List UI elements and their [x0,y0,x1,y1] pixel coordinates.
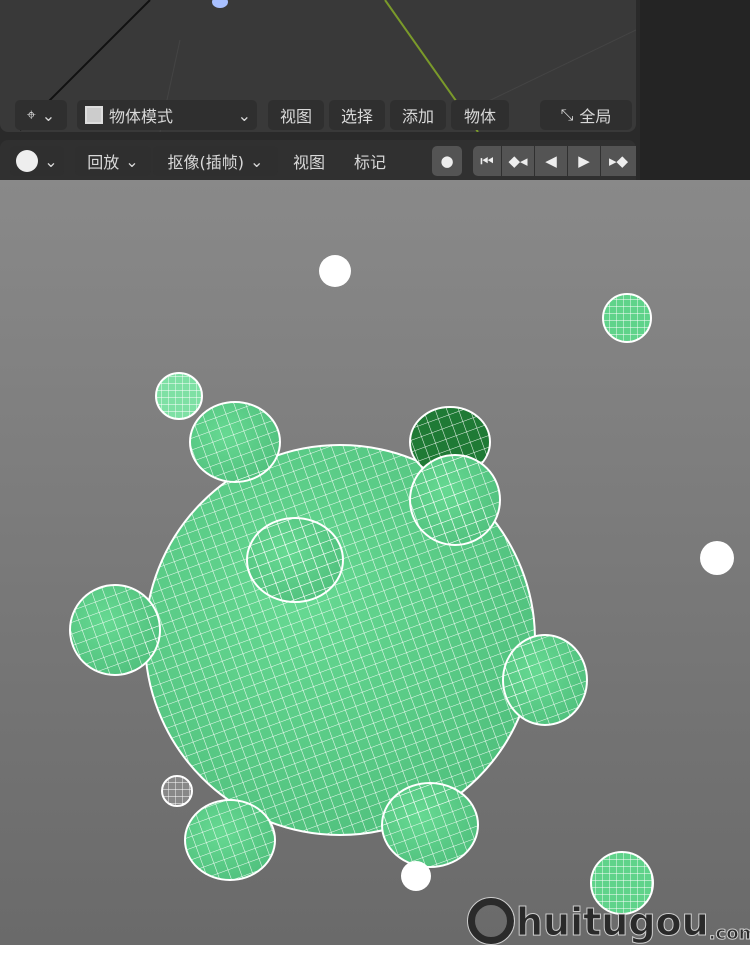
jump-start-button[interactable]: ⏮ [473,146,501,176]
mode-select[interactable]: 物体模式 ⌄ [77,100,257,130]
metaball-mesh[interactable] [69,401,588,881]
watermark-logo: huitugou .com [467,897,750,945]
timeline-view-menu[interactable]: 视图 [282,146,336,176]
playback-dropdown[interactable]: 回放 ⌄ [75,146,151,176]
blender-header-area: ⌖ ⌄ 物体模式 ⌄ 视图 选择 添加 物体 ⤡ 全局 ⌄ 回放 ⌄ 抠像(插帧) ⌄ 视… [0,0,750,180]
object-mode-icon [85,106,103,124]
sphere-white[interactable] [401,861,431,891]
play-button[interactable]: ▶ [568,146,600,176]
3d-viewport[interactable] [0,180,750,945]
clock-icon [16,150,39,172]
timeline-marker-menu[interactable]: 标记 [342,146,398,176]
menu-select[interactable]: 选择 [329,100,385,130]
sphere-white[interactable] [319,255,351,287]
menu-add[interactable]: 添加 [390,100,446,130]
sphere-white[interactable] [700,541,734,575]
chevron-down-icon: ⌄ [237,105,251,125]
bear-logo-icon [467,897,515,945]
next-keyframe-button[interactable]: ▸◆ [601,146,636,176]
chevron-down-icon: ⌄ [125,151,139,171]
mesh-scene [69,255,734,915]
mode-label: 物体模式 [109,107,174,126]
play-icon: ▶ [578,152,590,170]
prev-keyframe-icon: ◆◂ [508,152,528,170]
jump-start-icon: ⏮ [480,152,494,170]
3d-viewport-top[interactable]: ⌖ ⌄ 物体模式 ⌄ 视图 选择 添加 物体 ⤡ 全局 [0,0,637,133]
menu-view[interactable]: 视图 [268,100,324,130]
record-icon: ● [440,152,454,170]
gizmo-dropdown[interactable]: ⌖ ⌄ [15,100,67,130]
record-button[interactable]: ● [432,146,462,176]
chevron-down-icon: ⌄ [44,151,58,171]
menu-object[interactable]: 物体 [451,100,509,130]
side-panel [640,0,750,180]
editor-type-dropdown[interactable]: ⌄ [10,146,64,176]
chevron-down-icon: ⌄ [41,105,56,125]
transform-pivot-icon: ⌖ [26,105,36,124]
play-reverse-icon: ◀ [545,152,557,170]
play-reverse-button[interactable]: ◀ [535,146,567,176]
keying-dropdown[interactable]: 抠像(插帧) ⌄ [153,146,278,176]
prev-keyframe-button[interactable]: ◆◂ [502,146,534,176]
next-keyframe-icon: ▸◆ [608,152,629,170]
chevron-down-icon: ⌄ [250,151,264,171]
transform-orientation[interactable]: ⤡ 全局 [540,100,632,130]
axes-icon: ⤡ [560,105,574,124]
light-object[interactable] [212,0,228,8]
